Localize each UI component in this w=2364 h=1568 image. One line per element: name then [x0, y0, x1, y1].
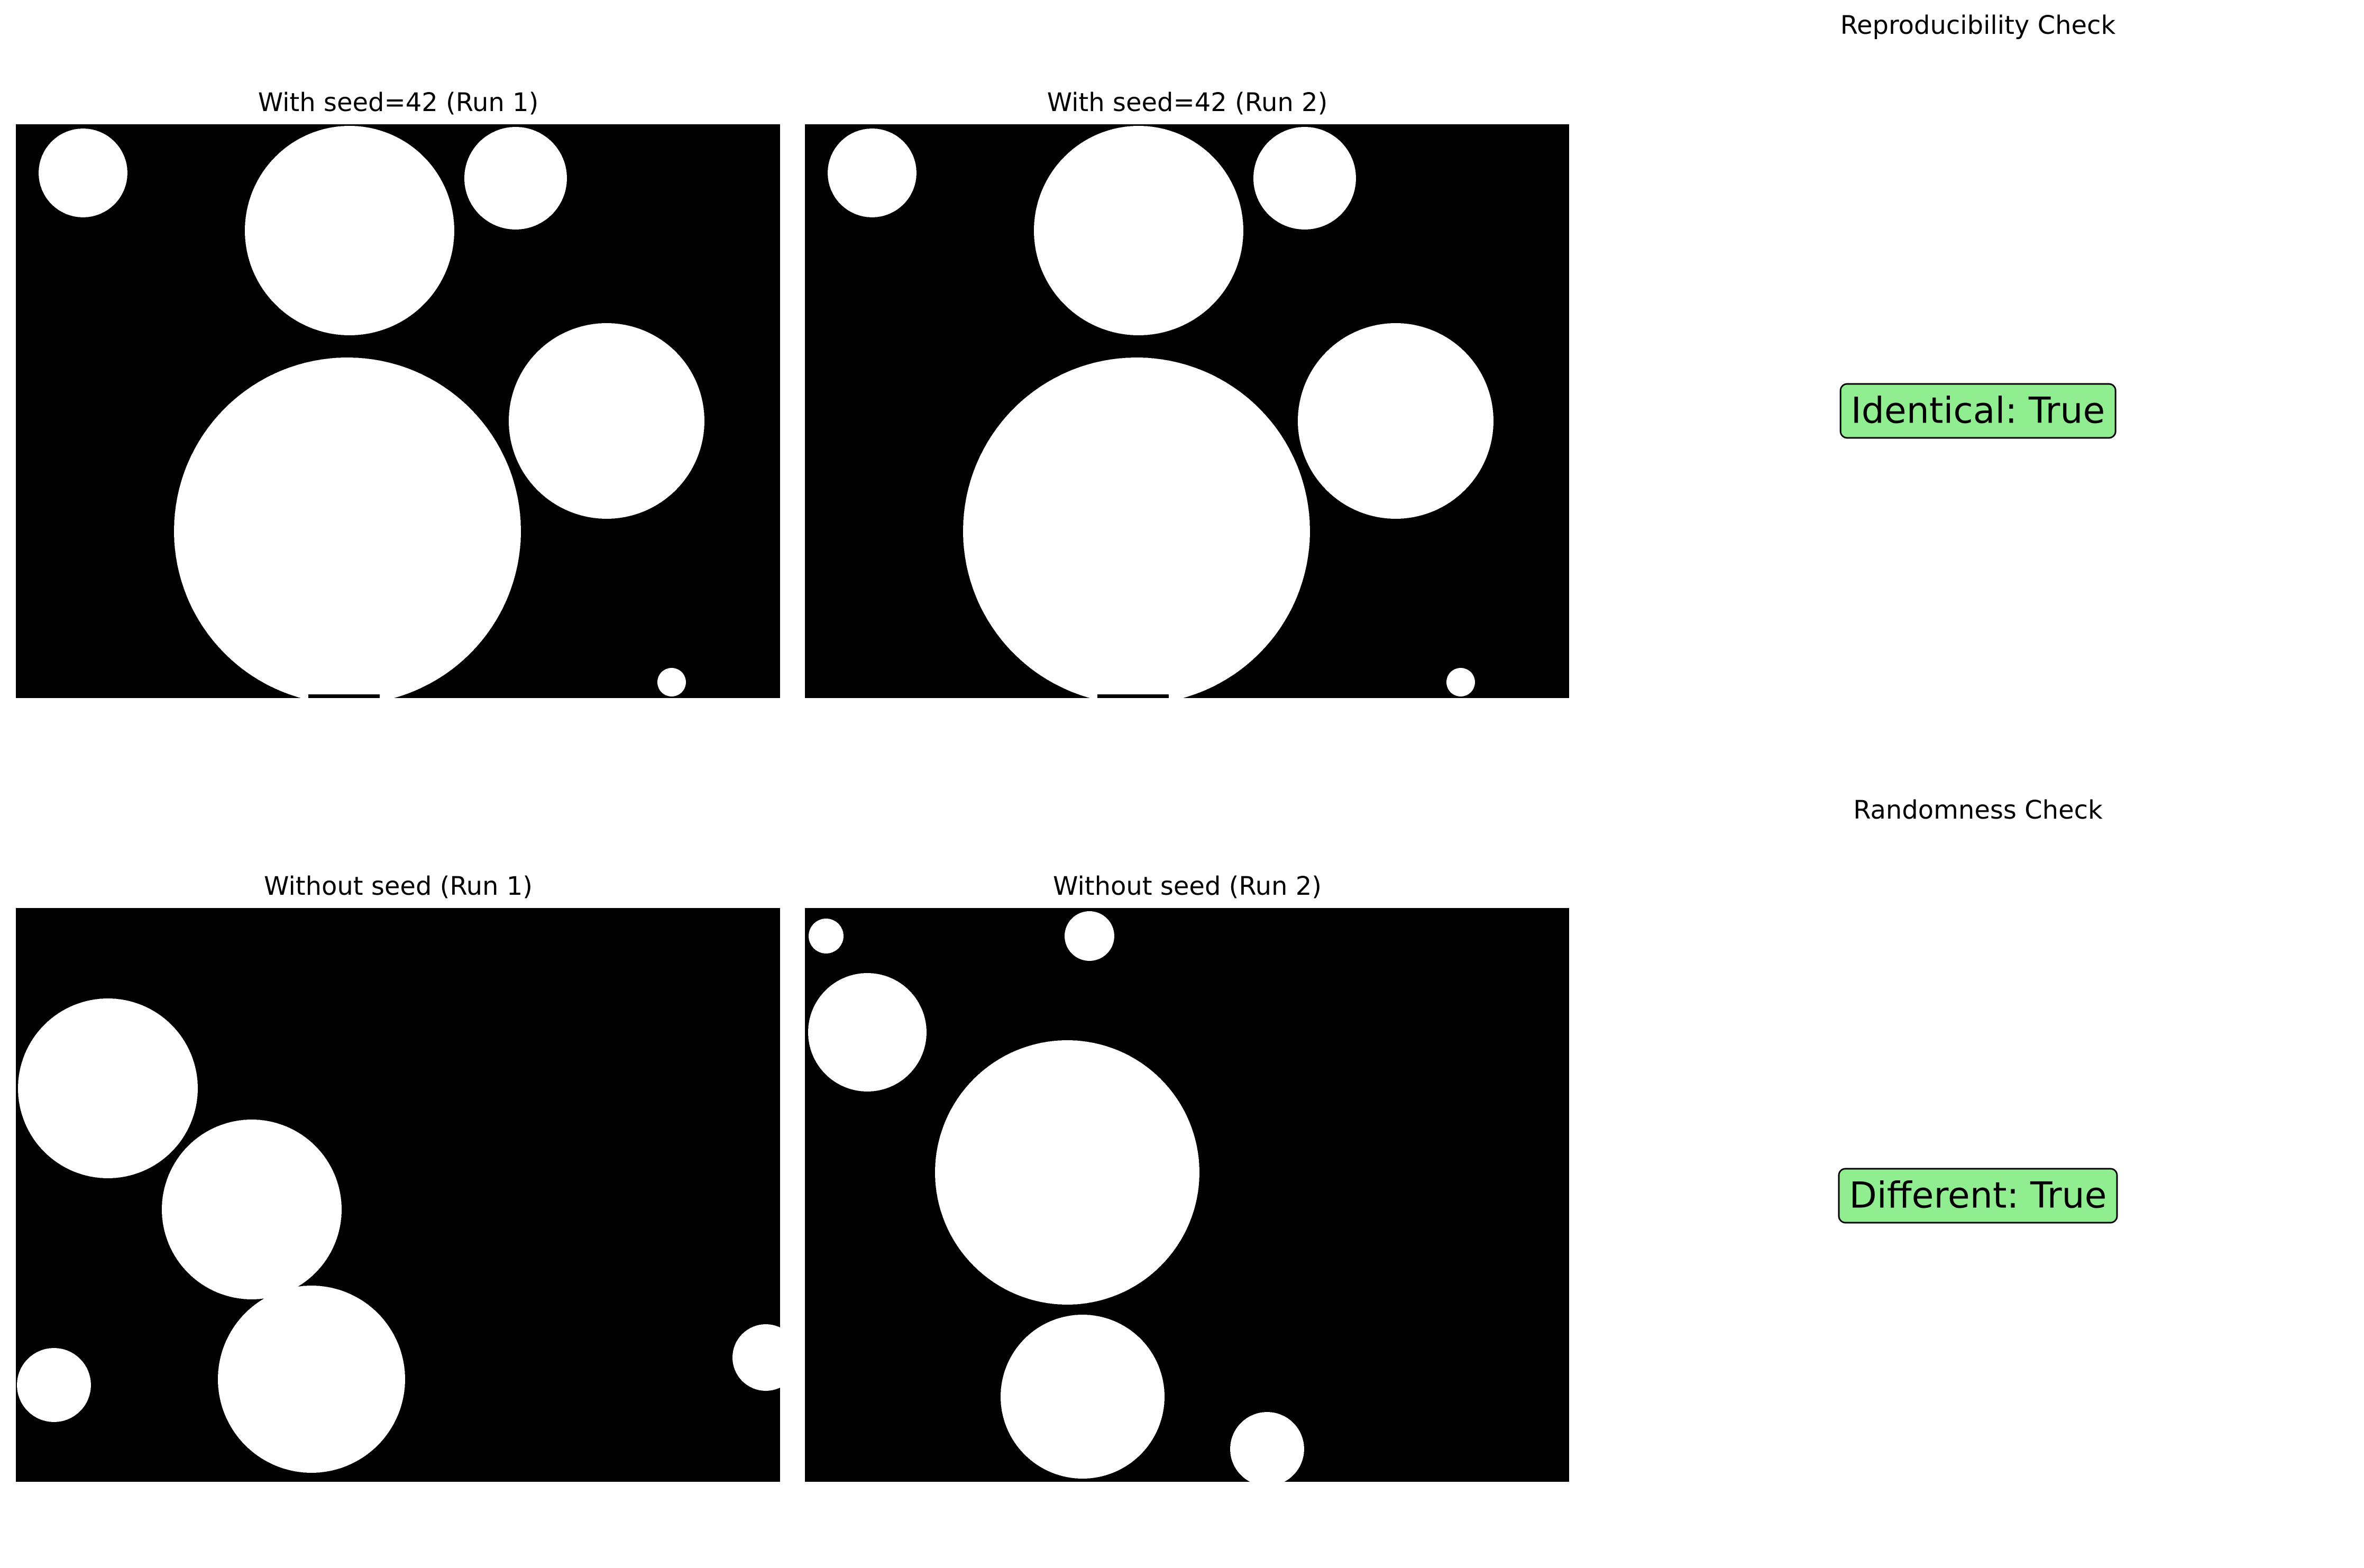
circle-blob: [17, 1348, 91, 1422]
circle-blob: [245, 126, 454, 335]
circle-blob: [1001, 1315, 1165, 1479]
panel-title-seed-run2: With seed=42 (Run 2): [1047, 88, 1328, 117]
circle-blob: [509, 323, 704, 519]
circle-blob: [808, 973, 927, 1092]
panel-title-noseed-run1: Without seed (Run 1): [264, 872, 533, 901]
circle-blob: [935, 1040, 1199, 1305]
noseed-run1-image: [16, 908, 780, 1482]
randomness-result-badge: Different: True: [1838, 1168, 2118, 1224]
circle-blob: [828, 129, 917, 217]
circle-blob: [39, 129, 127, 217]
panel-title-seed-run1: With seed=42 (Run 1): [258, 88, 539, 117]
circle-blob: [464, 127, 567, 230]
seed-run1-image: [16, 124, 780, 698]
circle-blob: [1253, 127, 1356, 230]
reproducibility-result-badge: Identical: True: [1839, 383, 2116, 439]
circle-blob: [162, 1120, 342, 1299]
seed-run2-image: [805, 124, 1569, 698]
circle-blob: [1298, 323, 1493, 519]
circle-blob: [809, 919, 844, 953]
randomness-check-title: Randomness Check: [1853, 795, 2103, 825]
circle-blob: [174, 357, 521, 698]
panel-title-noseed-run2: Without seed (Run 2): [1053, 872, 1322, 901]
circle-blob: [218, 1286, 405, 1473]
circle-blob: [657, 668, 686, 696]
circle-blob: [963, 357, 1310, 698]
circle-blob: [1446, 668, 1475, 696]
circle-blob: [18, 998, 198, 1178]
circle-blob: [1065, 911, 1114, 961]
noseed-run2-image: [805, 908, 1569, 1482]
circle-blob: [1034, 126, 1243, 335]
reproducibility-check-title: Reproducibility Check: [1840, 11, 2116, 40]
